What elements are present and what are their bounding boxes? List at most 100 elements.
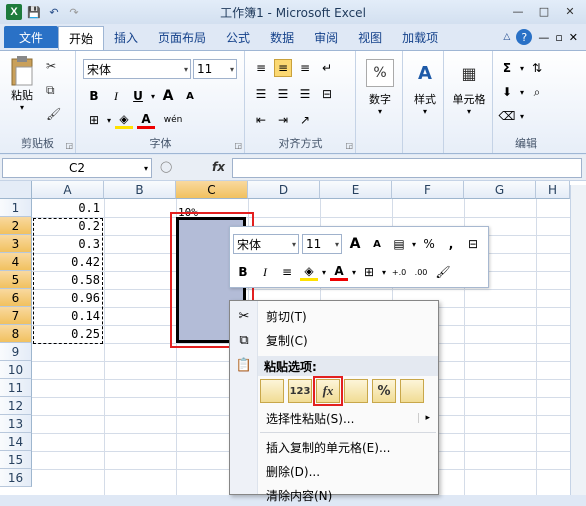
tab-formulas[interactable]: 公式	[216, 26, 260, 48]
shrink-font-button[interactable]: A	[181, 87, 199, 105]
row-header-10[interactable]: 10	[0, 361, 32, 379]
insert-function-icon[interactable]: fx	[212, 160, 225, 174]
mini-center-icon[interactable]: ≡	[278, 263, 296, 281]
align-middle-icon[interactable]: ≡	[274, 59, 292, 77]
row-header-15[interactable]: 15	[0, 451, 32, 469]
column-header-e[interactable]: E	[320, 181, 392, 199]
paste-transpose-icon[interactable]	[344, 379, 368, 403]
alignment-launcher-icon[interactable]: ◲	[345, 141, 353, 150]
tab-page-layout[interactable]: 页面布局	[148, 26, 216, 48]
save-icon[interactable]: 💾	[26, 4, 42, 20]
cell-a8[interactable]: 0.25	[34, 325, 100, 343]
tab-review[interactable]: 审阅	[304, 26, 348, 48]
borders-icon[interactable]: ⊞	[85, 111, 103, 129]
tab-data[interactable]: 数据	[260, 26, 304, 48]
align-right-icon[interactable]: ☰	[296, 85, 314, 103]
mini-format-painter-icon[interactable]: 🖌	[434, 263, 452, 281]
name-box[interactable]: C2 ▾	[2, 158, 152, 178]
bold-button[interactable]: B	[85, 87, 103, 105]
wrap-text-icon[interactable]: ↵	[318, 59, 336, 77]
font-name-select[interactable]: 宋体 ▾	[83, 59, 191, 79]
menu-item-delete[interactable]: 删除(D)...	[230, 460, 438, 482]
menu-item-paste-special[interactable]: 选择性粘贴(S)... ▸	[230, 407, 438, 429]
align-top-icon[interactable]: ≡	[252, 59, 270, 77]
paste-link-icon[interactable]	[400, 379, 424, 403]
undo-icon[interactable]: ↶	[46, 4, 62, 20]
fill-icon[interactable]: ⬇	[498, 83, 516, 101]
copy-icon[interactable]: ⧉	[46, 83, 55, 98]
column-header-g[interactable]: G	[464, 181, 536, 199]
underline-button[interactable]: U	[129, 87, 147, 105]
decrease-indent-icon[interactable]: ⇤	[252, 111, 270, 129]
doc-close-icon[interactable]: ✕	[569, 31, 578, 44]
column-header-h[interactable]: H	[536, 181, 570, 199]
cell-a6[interactable]: 0.96	[34, 289, 100, 307]
mini-borders-icon[interactable]: ⊞	[360, 263, 378, 281]
menu-item-insert-copied[interactable]: 插入复制的单元格(E)...	[230, 436, 438, 458]
row-header-7[interactable]: 7	[0, 307, 32, 325]
paste-button[interactable]: 粘贴 ▾	[6, 55, 38, 112]
close-button[interactable]: ✕	[558, 2, 582, 20]
row-header-8[interactable]: 8	[0, 325, 32, 343]
doc-minimize-icon[interactable]: —	[538, 31, 549, 44]
minimize-button[interactable]: —	[506, 2, 530, 20]
tab-insert[interactable]: 插入	[104, 26, 148, 48]
row-header-9[interactable]: 9	[0, 343, 32, 361]
redo-icon[interactable]: ↷	[66, 4, 82, 20]
number-format-button[interactable]: % 数字 ▾	[363, 59, 397, 116]
mini-size-select[interactable]: 11 ▾	[302, 234, 342, 254]
paste-icon[interactable]	[260, 379, 284, 403]
font-launcher-icon[interactable]: ◲	[234, 141, 242, 150]
cells-button[interactable]: ▦ 单元格 ▾	[447, 59, 491, 117]
cell-a1[interactable]: 0.1	[34, 199, 100, 217]
column-header-a[interactable]: A	[32, 181, 104, 199]
mini-merge-icon[interactable]: ⊟	[464, 235, 482, 253]
cell-a3[interactable]: 0.3	[34, 235, 100, 253]
column-header-c[interactable]: C	[176, 181, 248, 199]
clipboard-launcher-icon[interactable]: ◲	[65, 141, 73, 150]
mini-font-color-icon[interactable]: A	[330, 263, 349, 281]
orientation-icon[interactable]: ↗	[296, 111, 314, 129]
find-select-icon[interactable]: ⌕	[528, 83, 546, 101]
maximize-button[interactable]: □	[532, 2, 556, 20]
doc-restore-icon[interactable]: ▫	[555, 31, 562, 44]
row-header-6[interactable]: 6	[0, 289, 32, 307]
align-center-icon[interactable]: ☰	[274, 85, 292, 103]
mini-comma-button[interactable]: ,	[442, 235, 460, 253]
mini-decrease-decimal-icon[interactable]: .00	[412, 263, 430, 281]
phonetic-icon[interactable]: wén	[159, 111, 187, 129]
mini-percent-button[interactable]: %	[420, 235, 438, 253]
increase-indent-icon[interactable]: ⇥	[274, 111, 292, 129]
row-header-12[interactable]: 12	[0, 397, 32, 415]
tab-file[interactable]: 文件	[4, 26, 58, 48]
format-painter-icon[interactable]: 🖌	[46, 107, 61, 121]
mini-font-select[interactable]: 宋体 ▾	[233, 234, 299, 254]
menu-item-cut[interactable]: ✂ 剪切(T)	[230, 305, 438, 327]
styles-button[interactable]: A 样式 ▾	[408, 59, 442, 117]
column-header-b[interactable]: B	[104, 181, 176, 199]
font-size-select[interactable]: 11 ▾	[193, 59, 237, 79]
mini-bold-button[interactable]: B	[234, 263, 252, 281]
tab-view[interactable]: 视图	[348, 26, 392, 48]
mini-increase-decimal-icon[interactable]: +.0	[390, 263, 408, 281]
row-header-11[interactable]: 11	[0, 379, 32, 397]
tab-home[interactable]: 开始	[58, 26, 105, 50]
select-all-corner[interactable]	[0, 181, 32, 199]
grow-font-button[interactable]: A	[159, 87, 177, 105]
row-header-4[interactable]: 4	[0, 253, 32, 271]
paste-formatting-icon[interactable]: %	[372, 379, 396, 403]
cell-a4[interactable]: 0.42	[34, 253, 100, 271]
ribbon-collapse-icon[interactable]: △	[503, 32, 510, 42]
row-header-13[interactable]: 13	[0, 415, 32, 433]
mini-fill-color-icon[interactable]: ◈	[300, 263, 318, 281]
sort-filter-icon[interactable]: ⇅	[528, 59, 546, 77]
row-header-1[interactable]: 1	[0, 199, 32, 217]
autosum-icon[interactable]: Σ	[498, 59, 516, 77]
mini-italic-button[interactable]: I	[256, 263, 274, 281]
cell-a5[interactable]: 0.58	[34, 271, 100, 289]
align-left-icon[interactable]: ☰	[252, 85, 270, 103]
vertical-scrollbar[interactable]	[570, 185, 586, 495]
mini-shrink-font-icon[interactable]: A	[368, 235, 386, 253]
clear-icon[interactable]: ⌫	[498, 107, 516, 125]
row-header-5[interactable]: 5	[0, 271, 32, 289]
